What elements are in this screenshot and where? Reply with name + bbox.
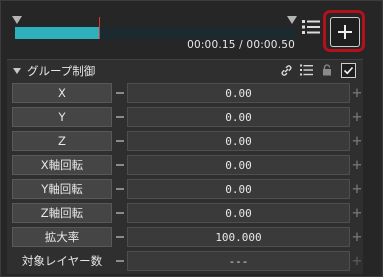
property-row-target-layers: 対象レイヤー数 --- + <box>12 251 363 272</box>
collapse-triangle-icon[interactable] <box>13 67 21 74</box>
add-button-highlight <box>323 10 365 52</box>
increment-button[interactable]: + <box>351 251 363 271</box>
property-row-x: X 0.00 + <box>12 83 363 104</box>
value-slider[interactable]: 0.00 <box>127 107 350 127</box>
decrement-button[interactable] <box>113 131 127 151</box>
increment-button[interactable]: + <box>351 203 363 223</box>
property-row-y: Y 0.00 + <box>12 107 363 128</box>
timecode: 00:00.15 / 00:00.50 <box>187 39 295 51</box>
range-start-marker[interactable] <box>12 16 22 24</box>
list-icon[interactable] <box>301 17 321 37</box>
value-slider[interactable]: --- <box>127 251 350 271</box>
decrement-button[interactable] <box>113 155 127 175</box>
playhead[interactable] <box>99 17 100 39</box>
range-end-marker[interactable] <box>287 16 297 24</box>
decrement-button[interactable] <box>113 203 127 223</box>
increment-button[interactable]: + <box>351 107 363 127</box>
value-slider[interactable]: 0.00 <box>127 155 350 175</box>
increment-button[interactable]: + <box>351 83 363 103</box>
property-row-z-rotation: Z軸回転 0.00 + <box>12 203 363 224</box>
decrement-button[interactable] <box>113 227 127 247</box>
increment-button[interactable]: + <box>351 155 363 175</box>
decrement-button[interactable] <box>113 107 127 127</box>
link-icon[interactable] <box>279 63 293 77</box>
property-label-button[interactable]: X軸回転 <box>12 155 112 175</box>
panel-header: グループ制御 <box>7 60 363 81</box>
property-row-z: Z 0.00 + <box>12 131 363 152</box>
checkmark-icon <box>343 66 354 75</box>
add-button[interactable] <box>330 17 360 47</box>
property-label-button[interactable]: Y <box>12 107 112 127</box>
lock-icon[interactable] <box>320 63 334 77</box>
editor-window: 00:00.15 / 00:00.50 グループ制御 X 0.00 + Y 0.… <box>0 0 383 277</box>
property-row-y-rotation: Y軸回転 0.00 + <box>12 179 363 200</box>
timeline[interactable]: 00:00.15 / 00:00.50 <box>5 9 315 57</box>
group-control-panel: グループ制御 X 0.00 + Y 0.00 + Z 0.00 + X軸回転 0… <box>7 59 363 274</box>
value-slider[interactable]: 0.00 <box>127 179 350 199</box>
panel-title: グループ制御 <box>27 63 96 78</box>
plus-icon <box>338 25 352 39</box>
property-label-button[interactable]: Z <box>12 131 112 151</box>
property-label-button[interactable]: 拡大率 <box>12 227 112 247</box>
increment-button[interactable]: + <box>351 179 363 199</box>
decrement-button[interactable] <box>113 83 127 103</box>
increment-button[interactable]: + <box>351 131 363 151</box>
property-label-button[interactable]: Z軸回転 <box>12 203 112 223</box>
decrement-button[interactable] <box>113 251 127 271</box>
property-row-x-rotation: X軸回転 0.00 + <box>12 155 363 176</box>
property-label: 対象レイヤー数 <box>21 254 103 268</box>
property-row-scale: 拡大率 100.000 + <box>12 227 363 248</box>
value-slider[interactable]: 0.00 <box>127 83 350 103</box>
timeline-progress-fill <box>15 27 99 39</box>
property-label-button[interactable]: Y軸回転 <box>12 179 112 199</box>
increment-button[interactable]: + <box>351 227 363 247</box>
value-slider[interactable]: 100.000 <box>127 227 350 247</box>
list-icon[interactable] <box>299 63 313 77</box>
decrement-button[interactable] <box>113 179 127 199</box>
value-slider[interactable]: 0.00 <box>127 131 350 151</box>
property-label-button[interactable]: X <box>12 83 112 103</box>
value-slider[interactable]: 0.00 <box>127 203 350 223</box>
enable-checkbox[interactable] <box>341 63 356 78</box>
